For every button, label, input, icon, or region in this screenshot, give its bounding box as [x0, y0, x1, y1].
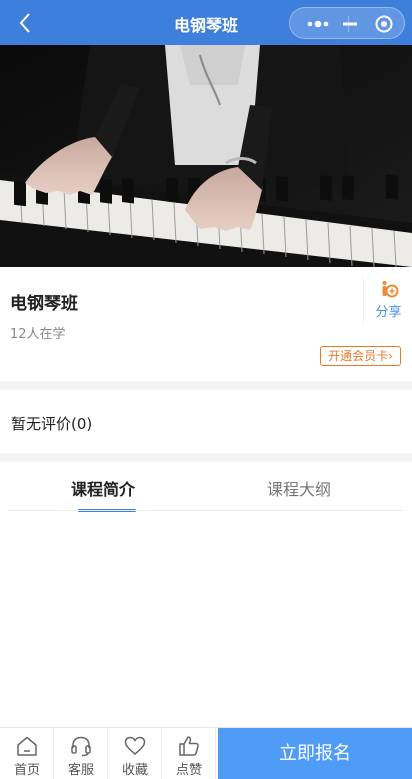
enroll-now-button[interactable]: 立即报名	[218, 728, 412, 779]
chevron-right-icon: ›	[388, 349, 393, 363]
share-button[interactable]: 分享	[363, 277, 412, 323]
nav-customer-service[interactable]: 客服	[54, 728, 108, 779]
tab-course-outline[interactable]: 课程大纲	[267, 476, 331, 500]
nav-home[interactable]: 首页	[0, 728, 54, 779]
section-divider	[0, 453, 412, 462]
learner-count: 12人在学	[10, 327, 66, 342]
home-icon	[17, 736, 37, 756]
top-navbar: 电钢琴班	[0, 0, 412, 45]
reviews-section[interactable]: 暂无评价(0)	[0, 390, 412, 453]
headset-icon	[71, 736, 91, 757]
heart-icon	[124, 736, 146, 755]
nav-favorite-label: 收藏	[121, 763, 148, 778]
course-cover-image	[0, 45, 412, 267]
course-tabs: 课程简介 课程大纲	[0, 462, 412, 512]
tabs-underline	[8, 510, 404, 511]
thumbs-up-icon	[179, 736, 199, 756]
nav-home-label: 首页	[13, 763, 40, 778]
nav-customer-service-label: 客服	[67, 763, 94, 778]
course-title: 电钢琴班	[10, 294, 78, 314]
course-info-section: 电钢琴班 12人在学 分享 开通会员卡›	[0, 267, 412, 381]
share-icon	[382, 281, 399, 298]
open-membership-card-button[interactable]: 开通会员卡›	[320, 346, 401, 366]
membership-label: 开通会员卡	[328, 349, 389, 363]
nav-favorite[interactable]: 收藏	[108, 728, 162, 779]
minimize-icon[interactable]	[338, 14, 362, 34]
nav-like-label: 点赞	[175, 763, 202, 778]
mini-program-capsule	[289, 7, 405, 39]
target-close-icon[interactable]	[372, 14, 396, 34]
section-divider	[0, 381, 412, 390]
tab-course-intro[interactable]: 课程简介	[71, 476, 135, 500]
reviews-summary: 暂无评价(0)	[11, 415, 93, 433]
piano-hands-photo	[0, 45, 412, 267]
more-dots-icon[interactable]	[298, 14, 338, 34]
share-label: 分享	[375, 305, 402, 320]
bottom-action-bar: 首页 客服 收藏 点赞 立即报名	[0, 727, 412, 779]
nav-like[interactable]: 点赞	[162, 728, 216, 779]
